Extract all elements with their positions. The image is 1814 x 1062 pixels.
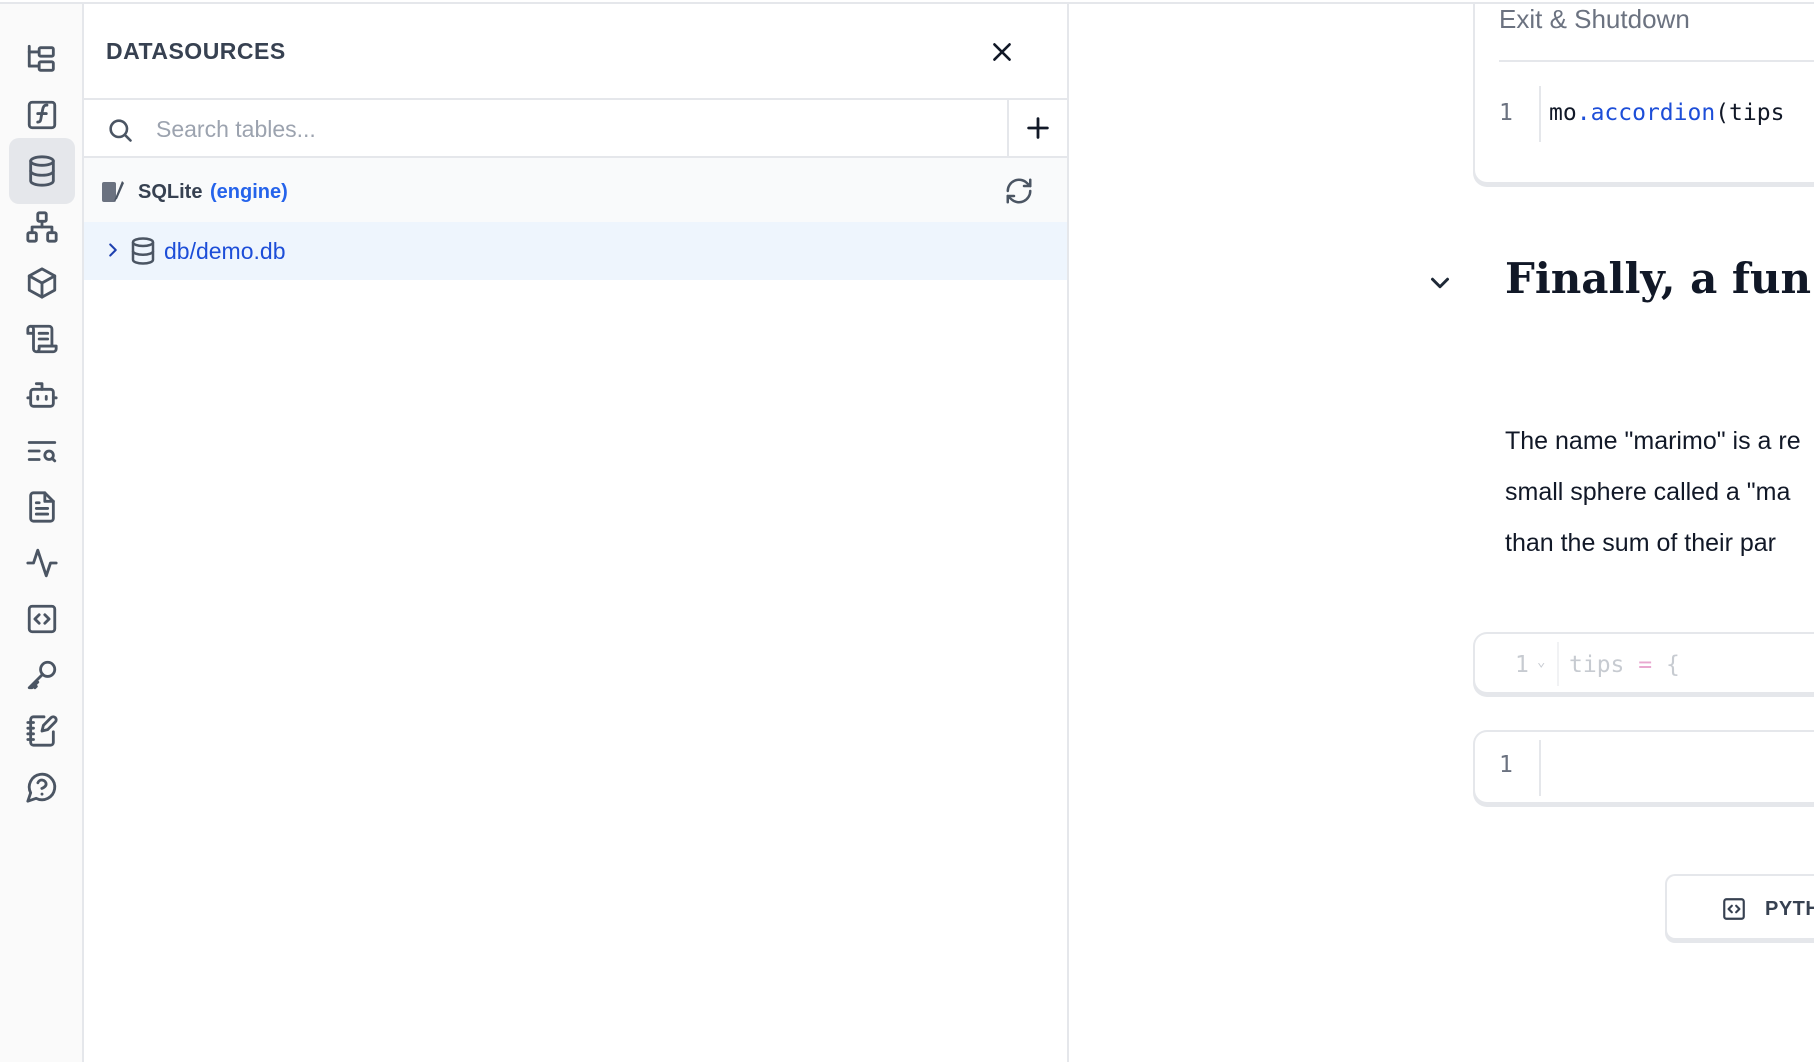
close-icon <box>993 43 1011 61</box>
code-square-icon <box>27 604 57 634</box>
code-square-icon <box>1723 898 1745 920</box>
search-icon <box>106 116 134 144</box>
database-icon <box>128 236 158 266</box>
database-row[interactable]: db/demo.db <box>84 222 1067 280</box>
key-icon <box>27 660 57 690</box>
engine-row[interactable]: SQLite (engine) <box>84 158 1067 222</box>
chevron-right-icon[interactable] <box>102 239 124 261</box>
add-python-label: PYTH <box>1765 898 1814 920</box>
sqlite-feather-icon <box>100 179 126 205</box>
scroll-icon <box>26 324 58 354</box>
line-number: 1 <box>1499 752 1513 778</box>
code-token: = <box>1624 652 1666 678</box>
cell-divider <box>1499 60 1814 62</box>
markdown-paragraph: The name "marimo" is a re small sphere c… <box>1505 416 1814 569</box>
code-token: tips <box>1569 652 1625 678</box>
bot-icon <box>26 382 58 408</box>
code-line[interactable]: tips = { <box>1569 652 1680 678</box>
refresh-button[interactable] <box>1002 174 1036 208</box>
plus-icon <box>1027 117 1049 139</box>
collapse-section-button[interactable] <box>1425 268 1455 298</box>
rail-help-button[interactable] <box>9 754 75 820</box>
code-line[interactable]: mo.accordion(tips <box>1549 100 1784 126</box>
code-cell-empty[interactable]: 1 <box>1473 730 1814 804</box>
code-token: (tips <box>1715 100 1785 126</box>
dependency-graph-icon <box>26 211 58 243</box>
paragraph-line: small sphere called a "ma <box>1505 478 1791 506</box>
fold-caret-icon[interactable]: ⌄ <box>1537 654 1545 670</box>
sidebar-rail <box>0 4 84 1062</box>
database-name: db/demo.db <box>164 238 286 264</box>
datasources-panel: DATASOURCES SQLite (engine) db/demo.db <box>84 4 1076 1062</box>
document-icon <box>29 491 55 523</box>
close-panel-button[interactable] <box>984 34 1020 70</box>
add-python-cell-button[interactable]: PYTH <box>1665 874 1814 940</box>
add-datasource-button[interactable] <box>1007 100 1067 156</box>
engine-name: SQLite <box>138 181 203 203</box>
code-token: accordion <box>1590 100 1716 126</box>
function-icon <box>27 100 57 130</box>
search-row <box>84 100 1076 158</box>
panel-title: DATASOURCES <box>106 38 286 64</box>
notebook-area: Exit & Shutdown 1 mo.accordion(tips Fina… <box>1069 4 1814 1062</box>
engine-tag: (engine) <box>210 181 288 203</box>
section-heading: Finally, a fun fac <box>1505 254 1814 303</box>
code-token: { <box>1665 652 1680 678</box>
help-chat-icon <box>26 772 57 803</box>
gutter-line <box>1539 740 1541 796</box>
paragraph-line: than the sum of their par <box>1505 529 1776 557</box>
code-cell-accordion[interactable]: Exit & Shutdown 1 mo.accordion(tips <box>1473 4 1814 184</box>
file-tree-icon <box>27 44 55 72</box>
panel-header: DATASOURCES <box>84 4 1067 100</box>
code-token: . <box>1576 100 1591 126</box>
refresh-icon <box>1006 178 1032 204</box>
code-cell-tips[interactable]: 1 ⌄ tips = { <box>1473 632 1814 694</box>
gutter-line <box>1539 86 1541 142</box>
activity-icon <box>26 548 58 578</box>
chevron-down-icon <box>1431 277 1449 289</box>
text-search-icon <box>27 441 57 463</box>
line-number: 1 <box>1499 100 1513 126</box>
notebook-pen-icon <box>26 715 58 747</box>
search-tables-input[interactable] <box>156 110 1076 148</box>
accordion-item-label[interactable]: Exit & Shutdown <box>1499 4 1690 35</box>
gutter-line <box>1557 642 1559 686</box>
code-token: mo <box>1549 100 1577 126</box>
line-number: 1 <box>1515 652 1529 678</box>
database-icon <box>29 155 55 187</box>
package-icon <box>27 267 57 299</box>
paragraph-line: The name "marimo" is a re <box>1505 427 1801 455</box>
